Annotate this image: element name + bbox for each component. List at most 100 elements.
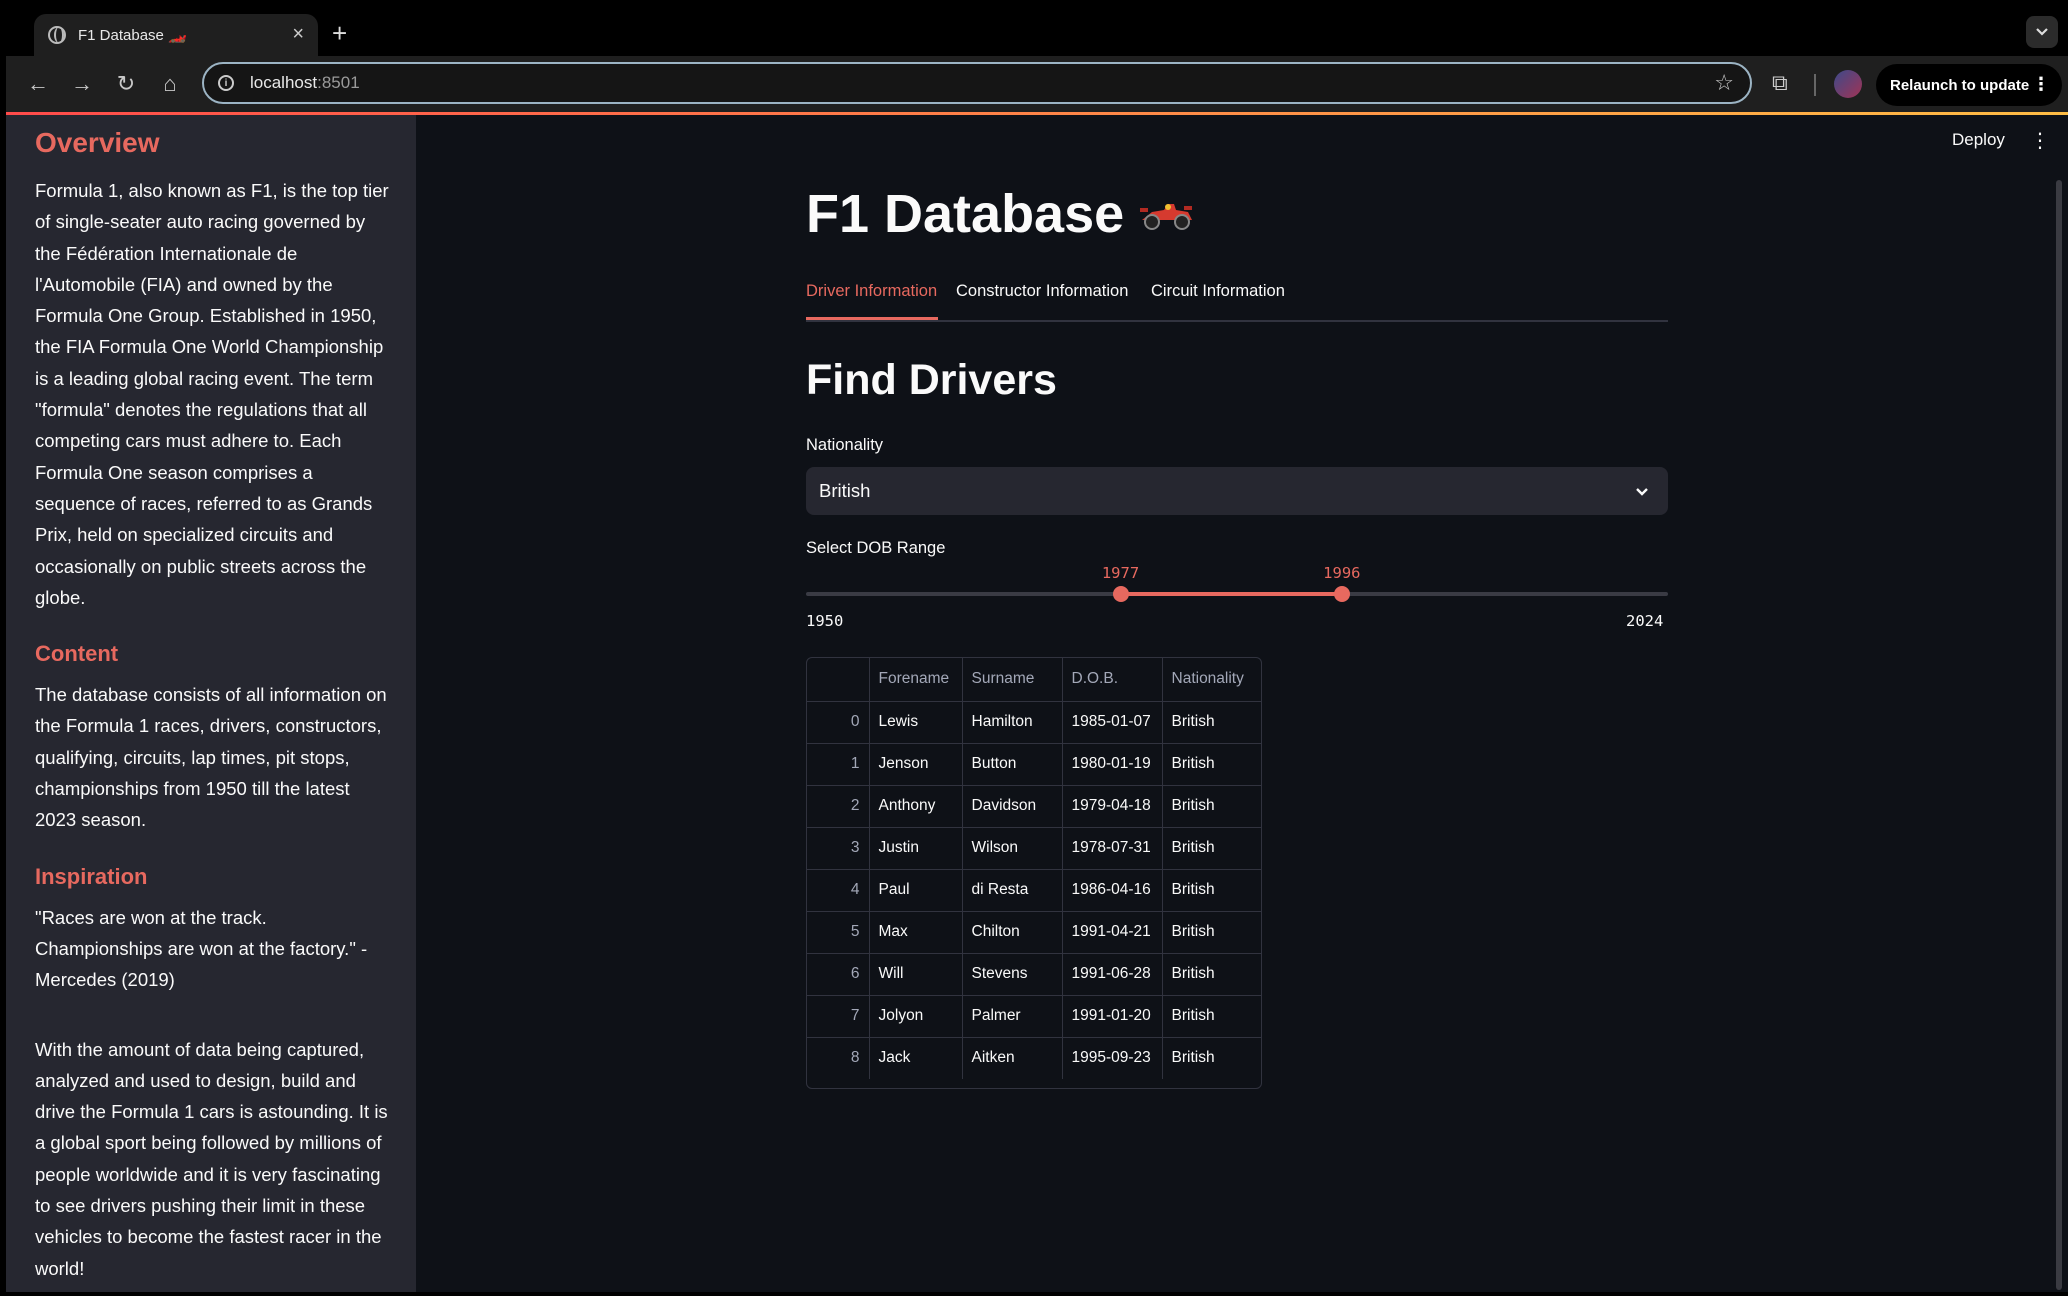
- content-heading: Content: [35, 641, 119, 667]
- table-cell[interactable]: British: [1162, 785, 1261, 828]
- inspiration-heading: Inspiration: [35, 863, 148, 889]
- table-cell[interactable]: 1991-04-21: [1062, 911, 1163, 954]
- table-cell[interactable]: British: [1162, 701, 1261, 744]
- table-row-index: 2: [807, 785, 870, 828]
- nationality-label: Nationality: [806, 436, 884, 454]
- home-icon[interactable]: ⌂: [156, 70, 184, 98]
- relaunch-label: Relaunch to update: [1890, 76, 2030, 94]
- table-cell[interactable]: Paul: [869, 869, 963, 912]
- table-cell[interactable]: Will: [869, 953, 963, 996]
- table-row[interactable]: 8 Jack Aitken 1995-09-23 British: [807, 1037, 1261, 1079]
- url-port: :8501: [317, 73, 360, 92]
- table-cell[interactable]: Hamilton: [962, 701, 1063, 744]
- deploy-button[interactable]: Deploy: [1952, 130, 2005, 150]
- slider-selected-range: [1120, 592, 1342, 596]
- info-icon[interactable]: i: [218, 75, 234, 91]
- table-cell[interactable]: 1991-06-28: [1062, 953, 1163, 996]
- table-cell[interactable]: 1995-09-23: [1062, 1037, 1163, 1079]
- window-frame-bottom: [0, 1292, 2068, 1296]
- table-header-dob[interactable]: D.O.B.: [1062, 658, 1163, 702]
- table-row[interactable]: 2 Anthony Davidson 1979-04-18 British: [807, 785, 1261, 828]
- table-cell[interactable]: British: [1162, 995, 1261, 1038]
- reload-icon[interactable]: ↻: [112, 70, 140, 98]
- table-cell[interactable]: 1978-07-31: [1062, 827, 1163, 870]
- table-cell[interactable]: Stevens: [962, 953, 1063, 996]
- forward-icon[interactable]: →: [68, 70, 96, 98]
- extensions-icon[interactable]: ⧉: [1772, 70, 1788, 96]
- slider-low-handle[interactable]: [1112, 586, 1129, 602]
- table-cell[interactable]: Justin: [869, 827, 963, 870]
- table-cell[interactable]: Jack: [869, 1037, 963, 1079]
- drivers-table[interactable]: Forename Surname D.O.B. Nationality 0 Lew…: [806, 657, 1262, 1089]
- table-cell[interactable]: Davidson: [962, 785, 1063, 828]
- browser-toolbar: ← → ↻ ⌂ i localhost:8501 ☆ ⧉ Relaunch to…: [6, 56, 2068, 114]
- table-cell[interactable]: Button: [962, 743, 1063, 786]
- table-row[interactable]: 4 Paul di Resta 1986-04-16 British: [807, 869, 1261, 912]
- browser-tab[interactable]: F1 Database 🏎️ ×: [34, 14, 318, 56]
- browser-tab-bar: F1 Database 🏎️ × +: [6, 6, 2068, 56]
- active-tab-indicator: [806, 317, 938, 320]
- relaunch-button[interactable]: Relaunch to update ⋮: [1876, 64, 2062, 106]
- url-host: localhost: [250, 73, 318, 92]
- slider-max-value: 2024: [1626, 612, 1664, 630]
- page-title: F1 Database: [806, 183, 1194, 245]
- inspiration-quote: "Races are won at the track. Championshi…: [35, 906, 368, 991]
- table-row[interactable]: 1 Jenson Button 1980-01-19 British: [807, 743, 1261, 786]
- table-cell[interactable]: di Resta: [962, 869, 1063, 912]
- chevron-down-icon[interactable]: [2026, 16, 2058, 48]
- tab-constructor-information[interactable]: Constructor Information: [956, 282, 1128, 301]
- table-cell[interactable]: British: [1162, 953, 1261, 996]
- kebab-icon[interactable]: ⋮: [2032, 74, 2050, 95]
- table-cell[interactable]: Wilson: [962, 827, 1063, 870]
- table-row-index: 0: [807, 701, 870, 744]
- table-cell[interactable]: British: [1162, 827, 1261, 870]
- slider-high-handle[interactable]: [1333, 586, 1350, 602]
- table-row[interactable]: 6 Will Stevens 1991-06-28 British: [807, 953, 1261, 996]
- slider-high-value: 1996: [1323, 564, 1361, 582]
- table-row-index: 4: [807, 869, 870, 912]
- table-row[interactable]: 3 Justin Wilson 1978-07-31 British: [807, 827, 1261, 870]
- scrollbar[interactable]: [2056, 180, 2062, 1290]
- table-cell[interactable]: Max: [869, 911, 963, 954]
- table-header-surname[interactable]: Surname: [962, 658, 1063, 702]
- star-icon[interactable]: ☆: [1714, 70, 1734, 96]
- table-cell[interactable]: Anthony: [869, 785, 963, 828]
- table-cell[interactable]: British: [1162, 743, 1261, 786]
- table-cell[interactable]: 1986-04-16: [1062, 869, 1163, 912]
- tab-circuit-information[interactable]: Circuit Information: [1151, 282, 1285, 301]
- race-car-icon: [1138, 183, 1194, 245]
- address-bar[interactable]: i localhost:8501 ☆: [202, 62, 1752, 104]
- nationality-value: British: [819, 480, 871, 501]
- slider-min-value: 1950: [806, 612, 844, 630]
- dob-range-slider[interactable]: [806, 586, 1668, 602]
- back-icon[interactable]: ←: [24, 70, 52, 98]
- plus-icon[interactable]: +: [332, 18, 347, 48]
- table-cell[interactable]: British: [1162, 911, 1261, 954]
- sidebar: Overview Formula 1, also known as F1, is…: [6, 115, 416, 1292]
- table-row[interactable]: 5 Max Chilton 1991-04-21 British: [807, 911, 1261, 954]
- table-header-forename[interactable]: Forename: [869, 658, 963, 702]
- table-header-nationality[interactable]: Nationality: [1162, 658, 1261, 702]
- table-row[interactable]: 0 Lewis Hamilton 1985-01-07 British: [807, 701, 1261, 744]
- table-cell[interactable]: Chilton: [962, 911, 1063, 954]
- table-row[interactable]: 7 Jolyon Palmer 1991-01-20 British: [807, 995, 1261, 1038]
- table-row-index: 6: [807, 953, 870, 996]
- table-row-index: 5: [807, 911, 870, 954]
- table-cell[interactable]: Aitken: [962, 1037, 1063, 1079]
- avatar[interactable]: [1834, 70, 1862, 98]
- table-cell[interactable]: Jenson: [869, 743, 963, 786]
- table-cell[interactable]: British: [1162, 869, 1261, 912]
- table-cell[interactable]: Palmer: [962, 995, 1063, 1038]
- main-menu-icon[interactable]: ⋮: [2030, 128, 2050, 153]
- table-cell[interactable]: Jolyon: [869, 995, 963, 1038]
- table-cell[interactable]: Lewis: [869, 701, 963, 744]
- table-cell[interactable]: 1980-01-19: [1062, 743, 1163, 786]
- table-cell[interactable]: 1991-01-20: [1062, 995, 1163, 1038]
- nationality-select[interactable]: British: [806, 467, 1668, 515]
- close-icon[interactable]: ×: [292, 24, 304, 44]
- tab-driver-information[interactable]: Driver Information: [806, 282, 937, 301]
- table-cell[interactable]: 1979-04-18: [1062, 785, 1163, 828]
- table-cell[interactable]: 1985-01-07: [1062, 701, 1163, 744]
- table-cell[interactable]: British: [1162, 1037, 1261, 1079]
- chevron-down-icon: [1634, 481, 1650, 503]
